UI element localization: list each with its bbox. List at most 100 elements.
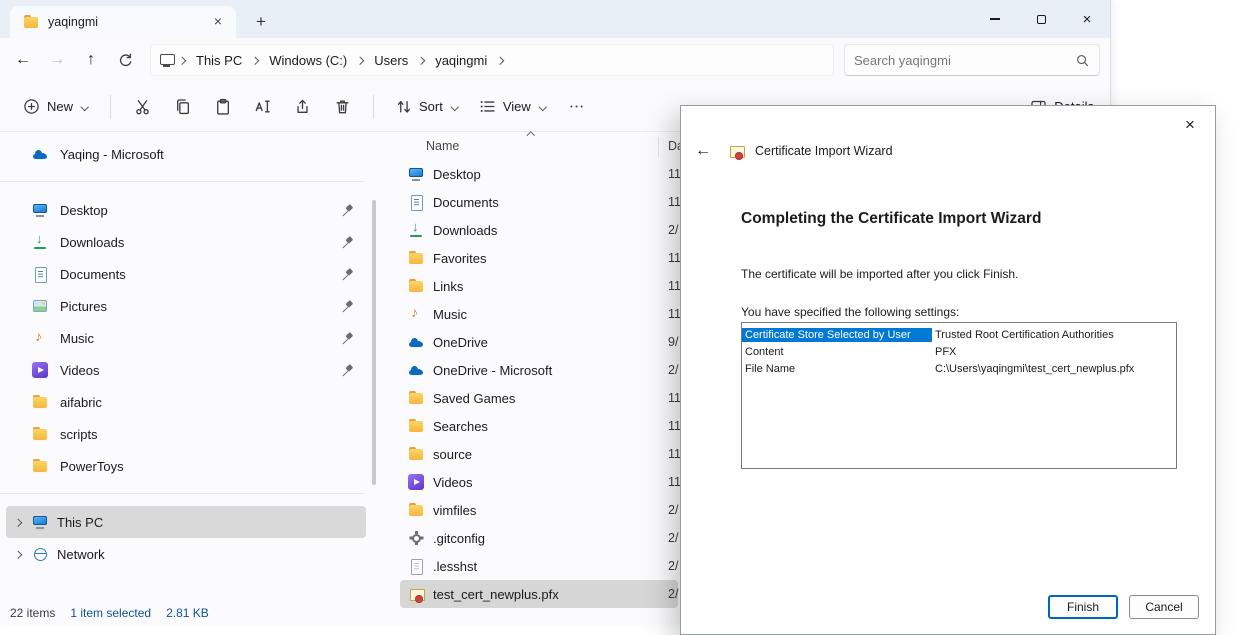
more-options-button[interactable] (558, 90, 596, 124)
close-button[interactable]: × (1064, 0, 1110, 38)
breadcrumb-item[interactable]: Users (368, 49, 414, 72)
file-name: test_cert_newplus.pfx (433, 587, 559, 602)
finish-button[interactable]: Finish (1048, 595, 1118, 619)
sidebar-item[interactable]: Videos (6, 354, 366, 386)
delete-button[interactable] (323, 90, 361, 124)
column-header-name[interactable]: Name (426, 139, 459, 153)
settings-label: You have specified the following setting… (741, 305, 959, 319)
column-divider[interactable] (658, 137, 659, 157)
settings-list[interactable]: Certificate Store Selected by User Trust… (741, 322, 1177, 469)
breadcrumb-item[interactable]: yaqingmi (429, 49, 493, 72)
file-row[interactable]: vimfiles 2/ (400, 496, 678, 524)
file-name: Links (433, 279, 463, 294)
maximize-button[interactable] (1018, 0, 1064, 38)
sidebar-item-label: Desktop (60, 203, 108, 218)
wizard-back-button[interactable]: ← (695, 142, 717, 160)
folder-icon (23, 14, 39, 30)
rename-icon (254, 98, 271, 115)
file-row[interactable]: Desktop 11 (400, 160, 678, 188)
wizard-title: Certificate Import Wizard (755, 144, 893, 158)
file-row[interactable]: Music 11 (400, 300, 678, 328)
file-icon (408, 474, 424, 490)
sidebar-item-label: Downloads (60, 235, 124, 250)
sidebar-separator (0, 181, 364, 182)
file-name: Favorites (433, 251, 486, 266)
file-icon (408, 502, 424, 518)
scrollbar[interactable] (372, 200, 376, 485)
sidebar-item[interactable]: scripts (6, 418, 366, 450)
sidebar-item-icon (32, 202, 48, 218)
file-row[interactable]: .gitconfig 2/ (400, 524, 678, 552)
sidebar-item[interactable]: Music (6, 322, 366, 354)
tab-close-icon[interactable]: × (208, 12, 228, 32)
setting-row[interactable]: File Name C:\Users\yaqingmi\test_cert_ne… (742, 360, 1176, 377)
sidebar-item[interactable]: Desktop (6, 194, 366, 226)
new-button[interactable]: New (14, 90, 98, 124)
sidebar-item[interactable]: Pictures (6, 290, 366, 322)
this-pc-icon (159, 52, 175, 68)
sidebar-item[interactable]: PowerToys (6, 450, 366, 482)
dialog-close-button[interactable]: × (1175, 113, 1205, 137)
forward-button[interactable]: → (40, 43, 74, 77)
file-row[interactable]: .lesshst 2/ (400, 552, 678, 580)
sidebar-item-label: Network (57, 547, 105, 562)
breadcrumb-item[interactable]: Windows (C:) (263, 49, 353, 72)
file-row[interactable]: Links 11 (400, 272, 678, 300)
new-button-label: New (47, 99, 73, 114)
sidebar-item[interactable]: Documents (6, 258, 366, 290)
file-row[interactable]: Videos 11 (400, 468, 678, 496)
copy-button[interactable] (163, 90, 201, 124)
refresh-button[interactable] (108, 43, 142, 77)
file-icon (408, 558, 424, 574)
file-row[interactable]: source 11 (400, 440, 678, 468)
sidebar-item-icon (32, 426, 48, 442)
view-button[interactable]: View (470, 90, 556, 124)
file-row[interactable]: Saved Games 11 (400, 384, 678, 412)
file-row[interactable]: OneDrive - Microsoft 2/ (400, 356, 678, 384)
sidebar-item[interactable]: aifabric (6, 386, 366, 418)
paste-button[interactable] (203, 90, 241, 124)
file-row[interactable]: OneDrive 9/ (400, 328, 678, 356)
certificate-wizard-icon (728, 143, 744, 159)
file-row[interactable]: Favorites 11 (400, 244, 678, 272)
breadcrumb-item[interactable]: This PC (190, 49, 248, 72)
cancel-button[interactable]: Cancel (1129, 595, 1199, 619)
up-button[interactable]: ↑ (74, 43, 108, 77)
file-row[interactable]: Searches 11 (400, 412, 678, 440)
sidebar-item[interactable]: Downloads (6, 226, 366, 258)
file-row[interactable]: Downloads 2/ (400, 216, 678, 244)
file-row[interactable]: Documents 11 (400, 188, 678, 216)
setting-row[interactable]: Certificate Store Selected by User Trust… (742, 326, 1176, 343)
sidebar-item[interactable]: Network (6, 538, 366, 570)
minimize-button[interactable] (972, 0, 1018, 38)
sidebar-item-label: Yaqing - Microsoft (60, 147, 164, 162)
explorer-tab[interactable]: yaqingmi × (10, 6, 236, 38)
file-date: 9/ (668, 335, 678, 349)
sort-button[interactable]: Sort (386, 90, 468, 124)
chevron-down-icon (450, 102, 459, 111)
setting-row[interactable]: Content PFX (742, 343, 1176, 360)
cut-button[interactable] (123, 90, 161, 124)
back-button[interactable]: ← (6, 43, 40, 77)
file-row[interactable]: test_cert_newplus.pfx 2/ (400, 580, 678, 608)
sidebar-item[interactable]: This PC (6, 506, 366, 538)
setting-key: Certificate Store Selected by User (742, 328, 932, 342)
rename-button[interactable] (243, 90, 281, 124)
wizard-header: ← Certificate Import Wizard (695, 142, 893, 160)
column-headers: Name Da (400, 134, 700, 160)
sidebar-item-onedrive[interactable]: Yaqing - Microsoft (6, 138, 366, 170)
sidebar-item-icon (32, 394, 48, 410)
file-date: 2/ (668, 503, 678, 517)
file-name: OneDrive (433, 335, 488, 350)
share-button[interactable] (283, 90, 321, 124)
navigation-bar: ← → ↑ This PC Windows (C:) Users (0, 38, 1110, 82)
expand-chevron-icon[interactable] (14, 550, 23, 559)
ellipsis-icon (568, 98, 585, 115)
search-input[interactable] (854, 53, 1075, 68)
sidebar-item-icon (32, 514, 48, 530)
new-tab-button[interactable]: + (248, 9, 274, 35)
plus-circle-icon (23, 98, 40, 115)
selection-size: 2.81 KB (166, 606, 209, 620)
dialog-buttons: Finish Cancel (1048, 595, 1199, 619)
expand-chevron-icon[interactable] (14, 518, 23, 527)
